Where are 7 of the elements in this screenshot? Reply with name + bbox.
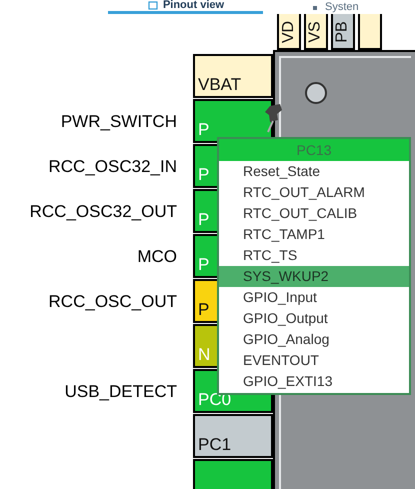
signal-label: RCC_OSC32_IN [48, 156, 177, 178]
signal-label: PWR_SWITCH [60, 110, 177, 133]
signal-label: RCC_OSC_OUT [48, 290, 177, 313]
signal-label: MCO [137, 246, 177, 268]
menu-title: PC13 [219, 139, 409, 161]
signal-label: USB_DETECT [64, 380, 177, 403]
signal-label: RCC_OSC32_OUT [30, 200, 177, 223]
